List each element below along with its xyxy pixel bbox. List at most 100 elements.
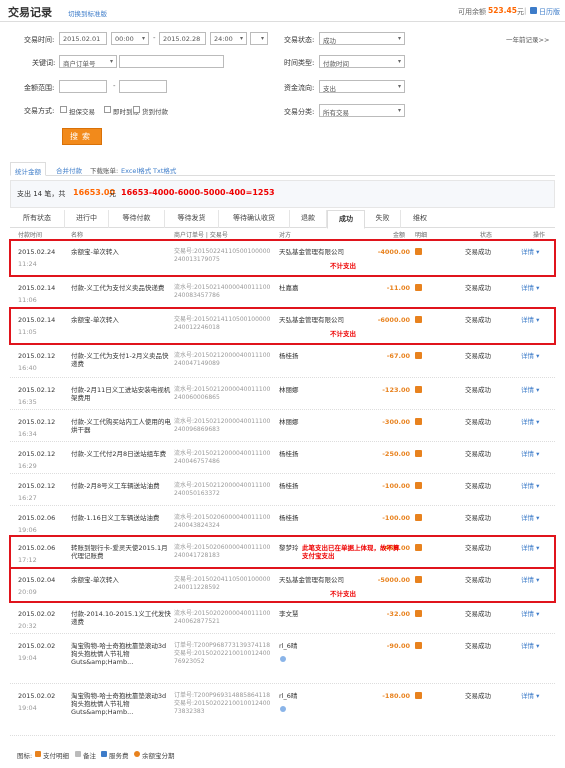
txt-link[interactable]: Txt格式 xyxy=(153,165,176,175)
row-date: 2015.02.14 xyxy=(18,284,56,292)
row-amount: -250.00 xyxy=(382,450,410,458)
row-serial: 流水号:20150212000040011100240096869683 xyxy=(174,418,271,433)
stats-amount-tab[interactable]: 统计金额 xyxy=(10,162,46,176)
amount-max-input[interactable] xyxy=(119,80,167,93)
row-amount: -11.00 xyxy=(386,284,410,292)
end-date-input[interactable]: 2015.02.28 xyxy=(159,32,206,45)
pay-detail-icon[interactable] xyxy=(415,692,422,699)
row-detail-link[interactable]: 详情 ▾ xyxy=(521,450,539,458)
excel-link[interactable]: Excel格式 xyxy=(121,165,151,175)
start-date-input[interactable]: 2015.02.01 xyxy=(59,32,107,45)
row-status: 交易成功 xyxy=(465,514,491,522)
year-ago-link[interactable]: 一年前记录>> xyxy=(506,34,549,44)
row-status: 交易成功 xyxy=(465,386,491,394)
merge-pay-link[interactable]: 合并付款 xyxy=(56,165,82,175)
tab-dispute[interactable]: 维权 xyxy=(401,210,439,228)
row-date: 2015.02.02 xyxy=(18,642,56,650)
row-name: 付款-2月8号义工车辆送站油费 xyxy=(71,482,160,490)
table-row: 2015.02.02 19:04 淘宝购物-哈士奇抱枕靠垫滚动3d狗头抱枕情人节礼物… xyxy=(10,684,555,736)
row-detail-link[interactable]: 详情 ▾ xyxy=(521,482,539,490)
highlight-box xyxy=(9,567,556,603)
row-party: 杜嘉嘉 xyxy=(279,284,299,292)
service-fee-legend-icon xyxy=(101,751,107,757)
row-party: 杨桂扬 xyxy=(279,514,299,522)
pay-detail-icon[interactable] xyxy=(415,642,422,649)
row-name: 淘宝购物-哈士奇抱枕靠垫滚动3d狗头抱枕情人节礼物Guts&amp;Hamb..… xyxy=(71,692,167,716)
row-detail-link[interactable]: 详情 ▾ xyxy=(521,386,539,394)
row-party: 杨桂扬 xyxy=(279,352,299,360)
pay-detail-icon[interactable] xyxy=(415,418,422,425)
row-name: 付款-义工代为支付1-2月义卖品快递费 xyxy=(71,352,169,368)
row-detail-link[interactable]: 详情 ▾ xyxy=(521,610,539,618)
table-row: 2015.02.02 19:04 淘宝购物-哈士奇抱枕靠垫滚动3d狗头抱枕情人节礼物… xyxy=(10,634,555,684)
row-party: 林丽娜 xyxy=(279,418,299,426)
pay-detail-icon[interactable] xyxy=(415,284,422,291)
row-detail-link[interactable]: 详情 ▾ xyxy=(521,284,539,292)
status-select[interactable]: 成功 xyxy=(319,32,405,45)
row-amount: -300.00 xyxy=(382,418,410,426)
pay-detail-icon[interactable] xyxy=(415,352,422,359)
fund-flow-select[interactable]: 支出 xyxy=(319,80,405,93)
row-amount: -32.00 xyxy=(386,610,410,618)
row-detail-link[interactable]: 详情 ▾ xyxy=(521,418,539,426)
col-action: 操作 xyxy=(533,232,546,239)
keyword-type-select[interactable]: 商户订单号 xyxy=(59,55,117,68)
pay-detail-icon[interactable] xyxy=(415,514,422,521)
search-button[interactable]: 搜索 xyxy=(62,128,102,145)
method-checkbox-cod[interactable] xyxy=(133,106,140,113)
method-checkbox-guarantee[interactable] xyxy=(60,106,67,113)
tab-await-confirm[interactable]: 等待确认收货 xyxy=(219,210,290,228)
row-amount: -180.00 xyxy=(382,692,410,700)
category-select[interactable]: 所有交易 xyxy=(319,104,405,117)
row-detail-link[interactable]: 详情 ▾ xyxy=(521,514,539,522)
row-date: 2015.02.12 xyxy=(18,482,56,490)
row-amount: -100.00 xyxy=(382,482,410,490)
start-hour-select[interactable]: 00:00 xyxy=(111,32,149,45)
amount-min-input[interactable] xyxy=(59,80,107,93)
row-date: 2015.02.02 xyxy=(18,692,56,700)
method-checkbox-instant[interactable] xyxy=(104,106,111,113)
method-label: 交易方式: xyxy=(24,107,55,115)
time-type-select[interactable]: 付款时间 xyxy=(319,55,405,68)
tab-in-progress[interactable]: 进行中 xyxy=(65,210,109,228)
calendar-view-link[interactable]: 日历版 xyxy=(539,7,560,17)
pay-detail-icon[interactable] xyxy=(415,482,422,489)
table-row: 2015.02.12 16:40 付款-义工代为支付1-2月义卖品快递费 流水号:20… xyxy=(10,344,555,378)
time-preset-select[interactable] xyxy=(250,32,268,45)
row-detail-link[interactable]: 详情 ▾ xyxy=(521,352,539,360)
row-party: 杨桂扬 xyxy=(279,450,299,458)
pay-detail-icon[interactable] xyxy=(415,386,422,393)
summary-bar: 支出 14 笔，共 16653.00 元 16653-4000-6000-500… xyxy=(10,180,555,208)
switch-standard-link[interactable]: 切换到标准版 xyxy=(68,8,107,18)
col-amount: 金额 xyxy=(393,232,406,239)
keyword-input[interactable] xyxy=(119,55,224,68)
row-status: 交易成功 xyxy=(465,352,491,360)
tab-await-ship[interactable]: 等待发货 xyxy=(165,210,219,228)
pay-detail-legend-icon xyxy=(35,751,41,757)
balance-label: 可用余额 xyxy=(458,8,486,16)
tab-all[interactable]: 所有状态 xyxy=(10,210,65,228)
tab-await-pay[interactable]: 等待付款 xyxy=(109,210,165,228)
table-row: 2015.02.12 16:27 付款-2月8号义工车辆送站油费 流水号:201502… xyxy=(10,474,555,506)
balance-value: 523.45 xyxy=(488,6,517,15)
tab-refund[interactable]: 退款 xyxy=(290,210,327,228)
row-detail-link[interactable]: 详情 ▾ xyxy=(521,692,539,700)
row-party: rl_6晴 xyxy=(279,642,298,650)
col-name: 名称 xyxy=(71,232,84,239)
row-status: 交易成功 xyxy=(465,610,491,618)
row-status: 交易成功 xyxy=(465,642,491,650)
col-status: 状态 xyxy=(480,232,493,239)
row-serial: 流水号:20150214000040011100240083457786 xyxy=(174,284,271,299)
pay-detail-icon[interactable] xyxy=(415,610,422,617)
row-status: 交易成功 xyxy=(465,692,491,700)
row-name: 付款-义工代购买站内工人使用的电烘干器 xyxy=(71,418,171,434)
tab-failed[interactable]: 失败 xyxy=(365,210,401,228)
pay-detail-icon[interactable] xyxy=(415,450,422,457)
row-serial: 流水号:20150206000040011100240043824324 xyxy=(174,514,271,529)
download-label: 下载账单: xyxy=(90,167,119,175)
end-hour-select[interactable]: 24:00 xyxy=(210,32,247,45)
row-detail-link[interactable]: 详情 ▾ xyxy=(521,642,539,650)
tab-success[interactable]: 成功 xyxy=(327,210,365,229)
row-date: 2015.02.12 xyxy=(18,418,56,426)
row-serial: 订单号:T200P969314885864118 交易号:20150202210… xyxy=(174,692,271,715)
